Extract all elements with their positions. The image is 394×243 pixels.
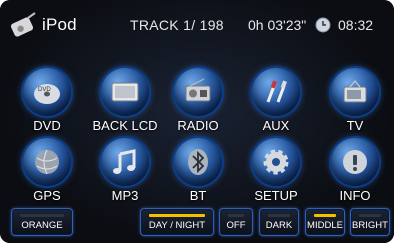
app-title: iPod — [42, 15, 77, 34]
gear-icon — [263, 149, 289, 175]
globe-icon — [35, 149, 59, 175]
bt-label: BT — [189, 188, 207, 203]
svg-text:DVD: DVD — [38, 87, 51, 93]
day-night-label: DAY / NIGHT — [148, 220, 206, 231]
brightness-bright-button[interactable]: BRIGHT — [350, 208, 390, 236]
radio-label: RADIO — [177, 118, 219, 133]
dark-label: DARK — [265, 220, 293, 231]
bright-label: BRIGHT — [352, 220, 388, 231]
dvd-label: DVD — [33, 118, 61, 133]
indicator-bar — [20, 214, 64, 217]
info-icon — [343, 150, 367, 174]
middle-label: MIDDLE — [307, 220, 343, 231]
source-indicator[interactable]: iPod — [8, 10, 77, 40]
gps-button[interactable]: GPS — [10, 138, 84, 210]
info-button[interactable]: INFO — [318, 138, 392, 210]
indicator-bar — [359, 214, 381, 217]
aux-label: AUX — [262, 118, 290, 133]
tv-icon — [343, 80, 367, 103]
elapsed-time: 0h 03'23" — [248, 17, 307, 33]
gps-label: GPS — [33, 188, 61, 203]
ipod-icon — [10, 12, 36, 37]
bt-button[interactable]: BT — [161, 138, 235, 210]
indicator-bar-active — [149, 214, 205, 217]
clock-icon — [315, 17, 331, 33]
tv-label: TV — [346, 118, 364, 133]
track-counter: TRACK 1/ 198 — [130, 17, 224, 33]
aux-button[interactable]: AUX — [239, 68, 313, 140]
monitor-icon — [111, 82, 139, 102]
back-lcd-button[interactable]: BACK LCD — [88, 68, 162, 140]
disc-icon: DVD — [34, 84, 60, 104]
theme-label: ORANGE — [21, 220, 63, 231]
indicator-bar — [268, 214, 290, 217]
dvd-button[interactable]: DVD DVD — [10, 68, 84, 140]
brightness-off-button[interactable]: OFF — [219, 208, 253, 236]
tv-button[interactable]: TV — [318, 68, 392, 140]
radio-button[interactable]: RADIO — [161, 68, 235, 140]
setup-label: SETUP — [254, 188, 298, 203]
indicator-bar — [228, 214, 244, 217]
mp3-button[interactable]: MP3 — [88, 138, 162, 210]
day-night-button[interactable]: DAY / NIGHT — [140, 208, 214, 236]
rca-cable-icon — [266, 80, 287, 103]
status-bar: iPod TRACK 1/ 198 0h 03'23" 08:32 — [8, 8, 386, 42]
music-note-icon — [113, 149, 136, 174]
theme-orange-button[interactable]: ORANGE — [11, 208, 73, 236]
radio-icon — [185, 78, 211, 102]
info-label: INFO — [339, 188, 371, 203]
head-unit-screen: iPod TRACK 1/ 198 0h 03'23" 08:32 DVD DV… — [0, 0, 394, 243]
clock-time: 08:32 — [338, 17, 374, 33]
brightness-dark-button[interactable]: DARK — [259, 208, 299, 236]
setup-button[interactable]: SETUP — [239, 138, 313, 210]
indicator-bar-active — [314, 214, 336, 217]
brightness-middle-button[interactable]: MIDDLE — [305, 208, 345, 236]
off-label: OFF — [226, 220, 246, 231]
bluetooth-icon — [188, 149, 208, 175]
